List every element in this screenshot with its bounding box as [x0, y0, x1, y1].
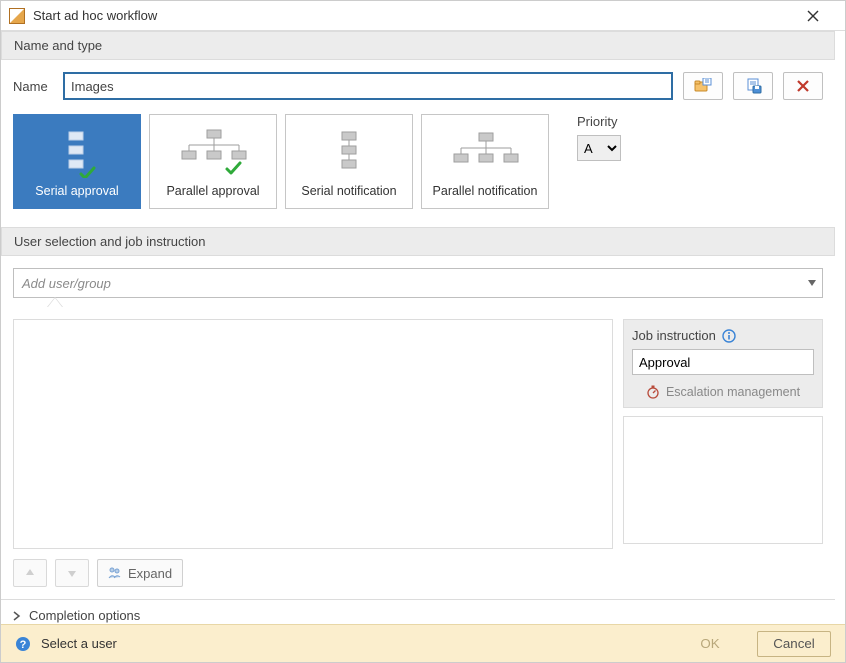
parallel-notification-icon [426, 121, 544, 184]
job-instruction-input[interactable] [632, 349, 814, 375]
arrow-up-icon [25, 568, 35, 578]
tile-serial-notification[interactable]: Serial notification [285, 114, 413, 209]
cancel-button[interactable]: Cancel [757, 631, 831, 657]
dialog-body[interactable]: Name and type Name [1, 31, 845, 624]
move-down-button[interactable] [55, 559, 89, 587]
clear-name-button[interactable] [783, 72, 823, 100]
help-icon[interactable]: ? [15, 636, 31, 652]
name-input[interactable] [63, 72, 673, 100]
dialog-window: Start ad hoc workflow Name and type Name [0, 0, 846, 663]
info-icon[interactable] [722, 329, 736, 343]
job-instruction-panel: Job instruction [623, 319, 823, 408]
svg-text:?: ? [20, 639, 27, 651]
tile-label: Parallel notification [433, 184, 538, 198]
serial-notification-icon [290, 121, 408, 184]
serial-approval-icon [18, 121, 136, 184]
close-icon [807, 10, 819, 22]
move-up-button[interactable] [13, 559, 47, 587]
add-user-group-combo[interactable]: Add user/group [13, 268, 823, 298]
section-user-selection-header: User selection and job instruction [1, 227, 835, 256]
priority-select[interactable]: A [577, 135, 621, 161]
workflow-type-tiles: Serial approval [13, 114, 823, 209]
titlebar: Start ad hoc workflow [1, 1, 845, 31]
dialog-footer: ? Select a user OK Cancel [1, 624, 845, 662]
chevron-down-icon [808, 280, 816, 286]
tile-label: Serial approval [35, 184, 118, 198]
escalation-management-button[interactable]: Escalation management [632, 385, 814, 399]
participants-list[interactable] [13, 319, 613, 549]
save-template-button[interactable] [733, 72, 773, 100]
priority-label: Priority [577, 114, 621, 129]
expand-users-icon [108, 567, 122, 579]
escalation-label: Escalation management [666, 385, 800, 399]
tile-label: Serial notification [301, 184, 396, 198]
delete-x-icon [796, 79, 810, 93]
footer-message: Select a user [41, 636, 117, 651]
name-label: Name [13, 79, 53, 94]
job-instruction-notes[interactable] [623, 416, 823, 544]
arrow-down-icon [67, 568, 77, 578]
add-user-placeholder: Add user/group [22, 276, 111, 291]
completion-options-label: Completion options [29, 608, 140, 623]
tile-parallel-notification[interactable]: Parallel notification [421, 114, 549, 209]
parallel-approval-icon [154, 121, 272, 184]
chevron-right-icon [13, 611, 21, 621]
expand-button[interactable]: Expand [97, 559, 183, 587]
folder-template-icon [694, 78, 712, 94]
section-name-and-type-header: Name and type [1, 31, 835, 60]
save-template-icon [744, 78, 762, 94]
stopwatch-icon [646, 385, 660, 399]
close-button[interactable] [807, 10, 837, 22]
app-icon [9, 8, 25, 24]
tile-serial-approval[interactable]: Serial approval [13, 114, 141, 209]
completion-options-toggle[interactable]: Completion options [1, 599, 835, 624]
load-template-button[interactable] [683, 72, 723, 100]
speech-tail [47, 297, 63, 307]
dialog-title: Start ad hoc workflow [33, 8, 807, 23]
expand-label: Expand [128, 566, 172, 581]
ok-button: OK [673, 631, 747, 657]
tile-parallel-approval[interactable]: Parallel approval [149, 114, 277, 209]
job-instruction-label: Job instruction [632, 328, 716, 343]
tile-label: Parallel approval [166, 184, 259, 198]
